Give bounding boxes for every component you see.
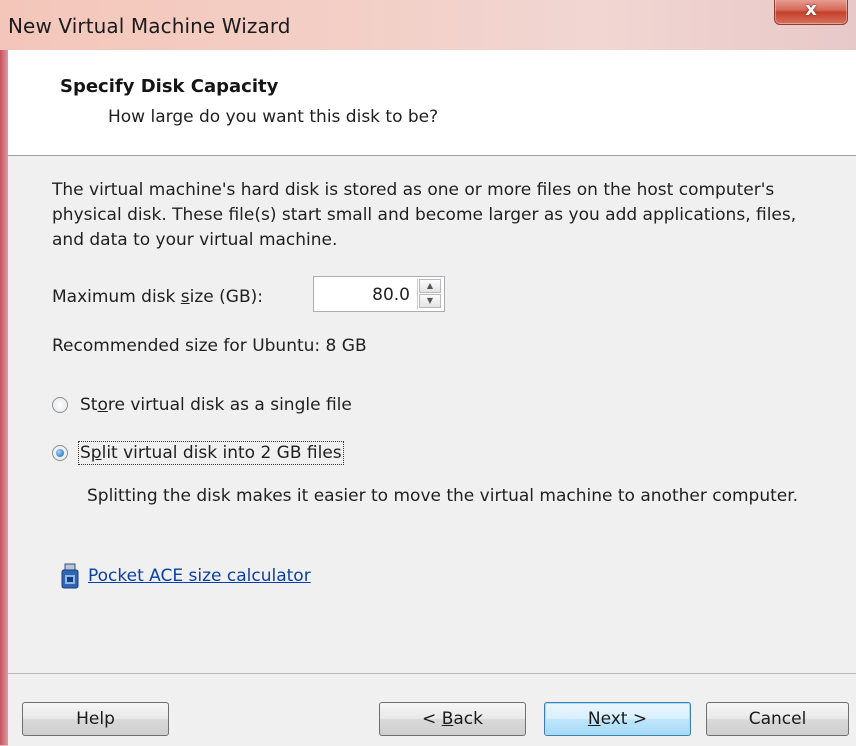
max-disk-size-stepper[interactable]: 80.0 ▲ ▼	[313, 276, 445, 312]
window-title: New Virtual Machine Wizard	[8, 14, 291, 38]
radio-label-single-file[interactable]: Store virtual disk as a single file	[80, 395, 352, 415]
accelerator-key: s	[180, 287, 190, 307]
label-part: S	[80, 443, 91, 463]
pocket-ace-calculator-link[interactable]: Pocket ACE size calculator	[88, 566, 311, 586]
wizard-footer: Help < Back Next > Cancel	[8, 673, 856, 746]
accelerator-key: o	[97, 395, 108, 415]
label-part: Maximum disk	[52, 287, 181, 307]
calculator-link-row[interactable]: Pocket ACE size calculator	[60, 561, 311, 591]
accelerator-key: p	[90, 443, 102, 463]
usb-drive-icon[interactable]	[60, 563, 80, 589]
label-part: ize (GB):	[189, 287, 263, 307]
close-icon: x	[805, 0, 817, 20]
title-bar: New Virtual Machine Wizard x	[0, 0, 856, 50]
spin-buttons: ▲ ▼	[417, 279, 442, 309]
label-part: <	[422, 709, 442, 729]
next-button[interactable]: Next >	[544, 702, 691, 736]
radio-split-files[interactable]: Split virtual disk into 2 GB files	[52, 440, 344, 466]
label-part: ext >	[600, 709, 648, 729]
wizard-header: Specify Disk Capacity How large do you w…	[8, 50, 856, 156]
spin-up-icon[interactable]: ▲	[419, 279, 441, 293]
radio-button-single-file[interactable]	[52, 397, 68, 413]
max-disk-size-value[interactable]: 80.0	[372, 285, 410, 305]
label-part: St	[80, 395, 98, 415]
accelerator-key: B	[441, 709, 454, 729]
cancel-button[interactable]: Cancel	[706, 702, 849, 736]
help-button[interactable]: Help	[22, 702, 169, 736]
label-part: ack	[453, 709, 483, 729]
wizard-content: The virtual machine's hard disk is store…	[8, 156, 856, 673]
accelerator-key: N	[587, 709, 601, 729]
label-part: lit virtual disk into 2 GB files	[101, 443, 342, 463]
page-subtitle: How large do you want this disk to be?	[108, 107, 439, 127]
radio-button-split-files[interactable]	[52, 445, 68, 461]
max-disk-size-label: Maximum disk size (GB):	[52, 287, 263, 307]
close-button[interactable]: x	[774, 0, 848, 25]
description-text: The virtual machine's hard disk is store…	[52, 180, 797, 250]
radio-label-split-files[interactable]: Split virtual disk into 2 GB files	[78, 441, 344, 465]
window-frame-left	[0, 50, 8, 745]
split-note-text: Splitting the disk makes it easier to mo…	[87, 486, 799, 506]
back-button[interactable]: < Back	[379, 702, 526, 736]
radio-single-file[interactable]: Store virtual disk as a single file	[52, 392, 352, 418]
label-part: re virtual disk as a single file	[107, 395, 352, 415]
spin-down-icon[interactable]: ▼	[419, 294, 441, 308]
recommended-size-text: Recommended size for Ubuntu: 8 GB	[52, 336, 367, 356]
page-title: Specify Disk Capacity	[60, 76, 279, 97]
wizard-window: New Virtual Machine Wizard x Specify Dis…	[0, 0, 856, 746]
